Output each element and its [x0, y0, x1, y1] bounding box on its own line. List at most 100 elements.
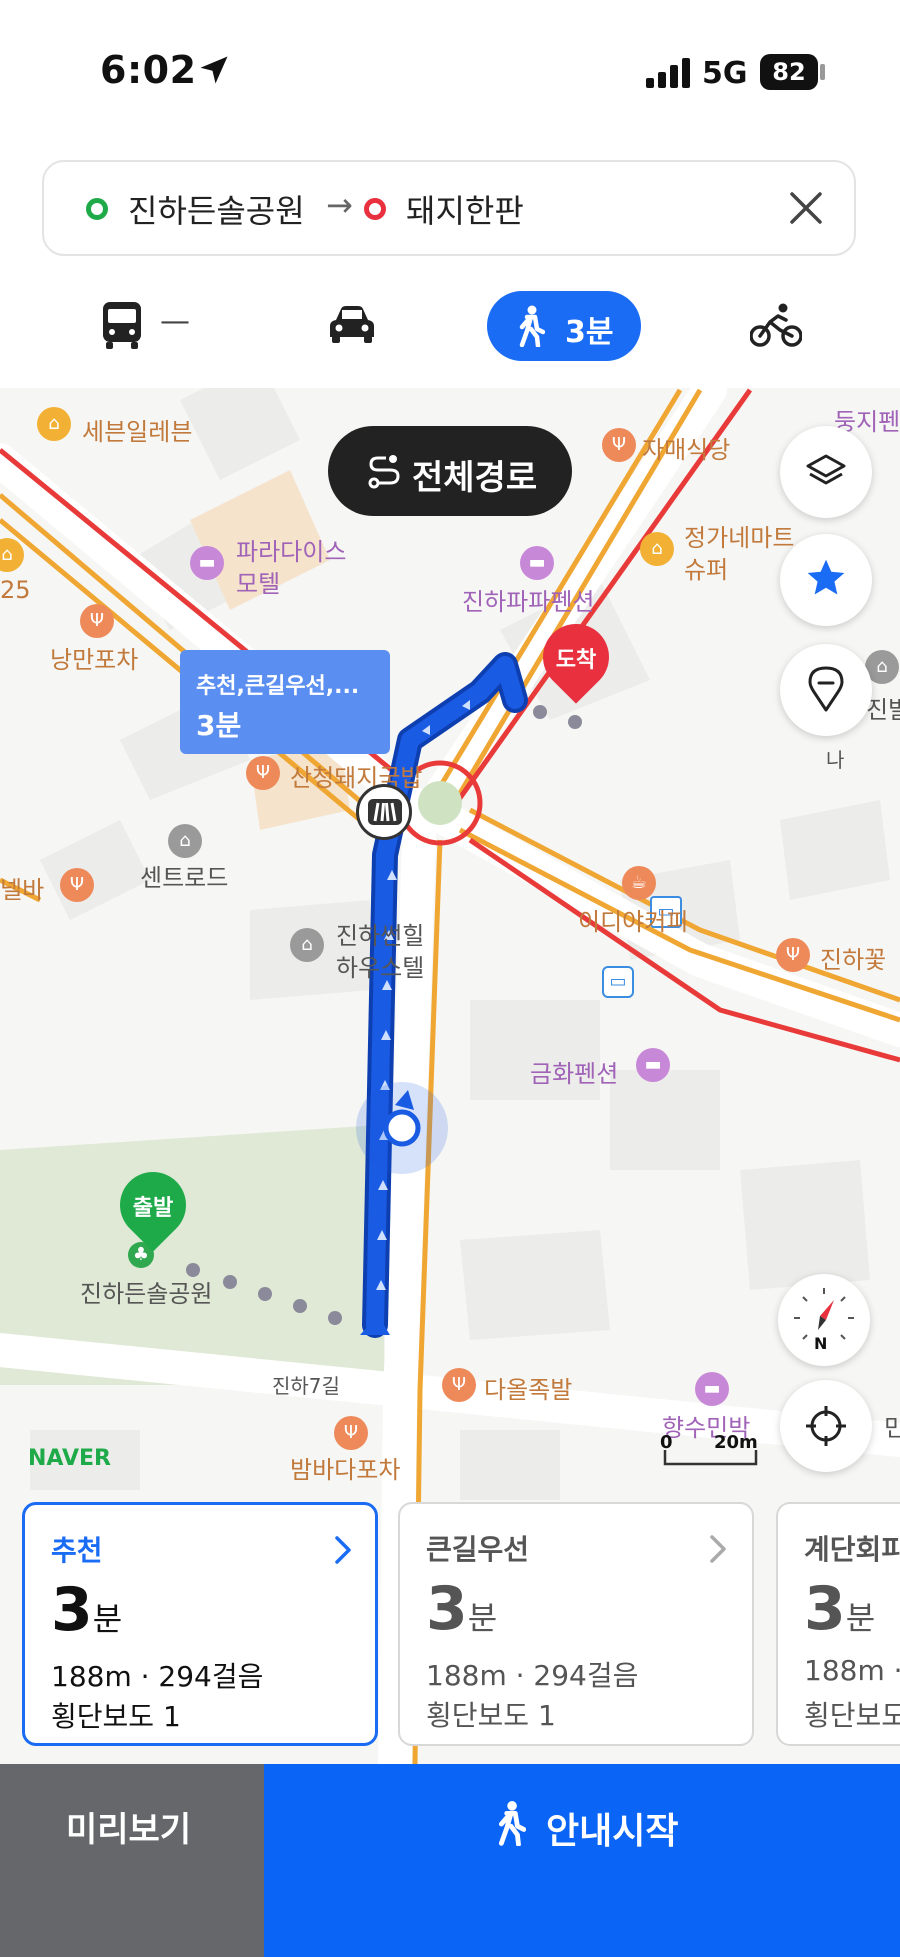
bicycle-icon[interactable]: [750, 302, 802, 348]
route-bubble-time: 3분: [196, 709, 242, 742]
bus-stop-icon-2[interactable]: ▭: [602, 966, 634, 998]
map-label: 25: [0, 576, 31, 604]
transit-time: —: [160, 304, 190, 339]
preview-button[interactable]: 미리보기: [0, 1764, 264, 1957]
location-arrow-icon: [200, 56, 228, 84]
crosswalk-icon: [368, 799, 402, 825]
layers-button[interactable]: [780, 426, 872, 518]
route-bubble-title: 추천,큰길우선,...: [196, 674, 360, 699]
naver-logo: NAVER: [28, 1446, 111, 1471]
park-label: 진하든솔공원: [80, 1280, 213, 1308]
restaurant-icon[interactable]: Ψ: [246, 756, 280, 790]
map-label: 낭만포차: [50, 646, 139, 674]
pin-outline-icon: [808, 666, 844, 712]
route-arrow-icon: →: [326, 186, 353, 224]
map-label: 민: [884, 1414, 900, 1442]
full-route-label: 전체경로: [412, 458, 538, 498]
status-time: 6:02: [100, 48, 197, 92]
origin-dot-icon: [86, 198, 108, 220]
walking-person-icon: [498, 1801, 526, 1846]
map-label: 정가네마트: [684, 524, 795, 552]
map-label: 파라다이스: [236, 538, 347, 566]
restaurant-icon-2[interactable]: Ψ: [602, 428, 636, 462]
cafe-icon[interactable]: ☕: [622, 866, 656, 900]
card-distance: 188m · 294걸음: [51, 1660, 264, 1693]
mart-icon[interactable]: ⌂: [640, 532, 674, 566]
pension-icon[interactable]: ▬: [520, 546, 554, 580]
crosshair-icon: [806, 1406, 846, 1446]
favorite-button[interactable]: [780, 534, 872, 626]
building-icon-2[interactable]: ⌂: [290, 928, 324, 962]
convenience-store-icon[interactable]: ⌂: [37, 407, 71, 441]
card-duration: 3분: [51, 1575, 123, 1645]
close-icon[interactable]: [788, 190, 824, 226]
map-label: 넬바: [0, 876, 45, 904]
card-distance: 188m · 294걸음: [426, 1659, 639, 1692]
map-label: 다올족발: [484, 1376, 573, 1404]
network-label: 5G: [702, 56, 748, 91]
bar-icon-2[interactable]: Ψ: [60, 868, 94, 902]
preview-label: 미리보기: [66, 1810, 192, 1850]
compass-north-label: N: [814, 1334, 828, 1353]
start-navigation-button[interactable]: 안내시작: [264, 1764, 900, 1957]
guesthouse-icon[interactable]: ▬: [695, 1372, 729, 1406]
tab-walk[interactable]: 3분: [487, 291, 641, 361]
card-crosswalks: 횡단보도 1: [51, 1700, 181, 1733]
map-label: 이디야커피: [578, 908, 689, 936]
full-route-button[interactable]: 전체경로: [328, 426, 572, 516]
battery-indicator: 82: [760, 54, 818, 90]
map-label: 금화펜션: [530, 1060, 619, 1088]
signal-icon: [646, 58, 690, 88]
map-label: 산청돼지국밥: [290, 764, 423, 792]
map-label: 진하꽃: [820, 946, 887, 974]
tab-transit[interactable]: —: [100, 300, 200, 354]
restaurant-icon-3[interactable]: Ψ: [776, 938, 810, 972]
origin-text[interactable]: 진하든솔공원: [128, 186, 305, 232]
destination-dot-icon: [364, 198, 386, 220]
route-card-avoid-stairs[interactable]: 계단회피 3분 188m · 횡단보도: [776, 1502, 900, 1746]
map-label: 센트로드: [140, 864, 229, 892]
destination-pin-label: 도착: [555, 648, 597, 673]
card-duration: 3분: [426, 1574, 498, 1644]
route-search-bar[interactable]: 진하든솔공원 → 돼지한판: [42, 160, 856, 256]
destination-text[interactable]: 돼지한판: [406, 186, 524, 232]
map-label: 하우스텔: [336, 954, 425, 982]
scale-distance: 20m: [714, 1432, 758, 1453]
card-title: 큰길우선: [426, 1533, 530, 1566]
compass-button[interactable]: N: [778, 1274, 870, 1366]
route-card-recommended[interactable]: 추천 3분 188m · 294걸음 횡단보도 1: [22, 1502, 378, 1746]
bus-icon: [103, 302, 141, 349]
walking-person-icon: [519, 305, 545, 347]
chevron-right-icon: [710, 1535, 726, 1563]
crosswalk-marker[interactable]: [356, 784, 412, 840]
route-info-bubble[interactable]: 추천,큰길우선,... 3분: [180, 650, 390, 754]
card-crosswalks: 횡단보도: [804, 1699, 900, 1732]
card-crosswalks: 횡단보도 1: [426, 1699, 556, 1732]
chevron-right-icon: [335, 1536, 351, 1564]
motel-icon[interactable]: ▬: [190, 546, 224, 580]
battery-level: 82: [772, 58, 806, 86]
map-label: 슈퍼: [684, 556, 729, 584]
bar-icon-3[interactable]: Ψ: [334, 1416, 368, 1450]
map-label: 모텔: [236, 570, 281, 598]
map-label: 진하파파펜션: [462, 588, 595, 616]
map-label: 나: [826, 748, 845, 772]
start-label: 안내시작: [546, 1811, 679, 1852]
map-label: 밤바다포차: [290, 1456, 401, 1484]
location-pin-button[interactable]: [780, 644, 872, 736]
status-bar: 6:02 5G 82: [0, 0, 900, 150]
card-title: 계단회피: [804, 1533, 900, 1566]
bar-icon[interactable]: Ψ: [80, 604, 114, 638]
pension-icon-2[interactable]: ▬: [636, 1048, 670, 1082]
layers-icon: [806, 454, 846, 485]
map-label: 세븐일레븐: [82, 418, 193, 446]
walk-time: 3분: [565, 315, 614, 350]
map-label: 자매식당: [642, 436, 731, 464]
car-icon[interactable]: [328, 304, 376, 344]
building-icon[interactable]: ⌂: [168, 824, 202, 858]
scale-zero: 0: [660, 1432, 673, 1453]
route-card-main-road[interactable]: 큰길우선 3분 188m · 294걸음 횡단보도 1: [398, 1502, 754, 1746]
restaurant-icon-4[interactable]: Ψ: [442, 1368, 476, 1402]
star-icon: [807, 559, 845, 595]
my-location-button[interactable]: [780, 1380, 872, 1472]
